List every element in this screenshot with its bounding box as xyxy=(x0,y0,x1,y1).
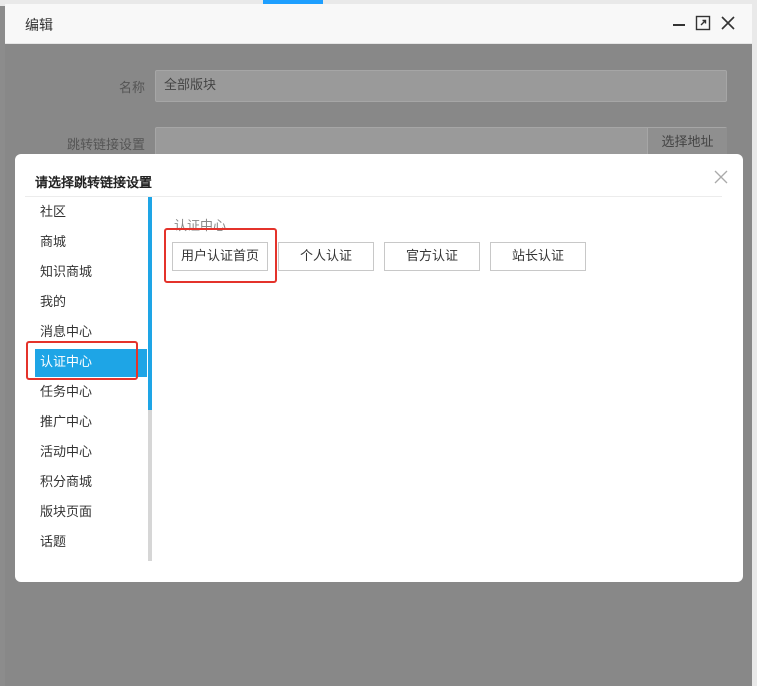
name-input[interactable]: 全部版块 xyxy=(155,70,727,102)
sidebar-item-community[interactable]: 社区 xyxy=(35,199,147,227)
jump-link-label: 跳转链接设置 xyxy=(66,138,145,153)
name-label: 名称 xyxy=(118,81,145,96)
close-icon xyxy=(714,170,728,184)
minimize-button[interactable] xyxy=(670,14,688,32)
sidebar-scrollbar[interactable] xyxy=(148,197,152,561)
link-dialog-title: 请选择跳转链接设置 xyxy=(35,176,153,191)
option-personal-certification[interactable]: 个人认证 xyxy=(278,242,374,271)
option-webmaster-certification[interactable]: 站长认证 xyxy=(490,242,586,271)
sidebar-item-mall[interactable]: 商城 xyxy=(35,229,147,257)
close-icon xyxy=(721,16,735,30)
sidebar-scrollbar-thumb[interactable] xyxy=(148,197,152,410)
maximize-button[interactable] xyxy=(694,14,712,32)
category-sidebar: 社区 商城 知识商城 我的 消息中心 认证中心 任务中心 推广中心 活动中心 积… xyxy=(25,199,151,561)
background-page-edge xyxy=(752,0,757,686)
edit-dialog-title: 编辑 xyxy=(25,18,53,34)
highlight-box-sidebar xyxy=(26,341,138,380)
link-dialog-close-button[interactable] xyxy=(712,168,730,186)
sidebar-item-topics[interactable]: 话题 xyxy=(35,529,147,557)
highlight-box-option xyxy=(164,228,277,283)
sidebar-item-points-mall[interactable]: 积分商城 xyxy=(35,469,147,497)
minimize-icon xyxy=(673,24,685,26)
sidebar-item-forum-pages[interactable]: 版块页面 xyxy=(35,499,147,527)
divider xyxy=(25,196,722,197)
sidebar-item-promotion-center[interactable]: 推广中心 xyxy=(35,409,147,437)
maximize-icon xyxy=(695,15,711,31)
sidebar-item-knowledge-mall[interactable]: 知识商城 xyxy=(35,259,147,287)
sidebar-item-mine[interactable]: 我的 xyxy=(35,289,147,317)
edit-dialog-header: 编辑 xyxy=(5,4,752,44)
sidebar-item-task-center[interactable]: 任务中心 xyxy=(35,379,147,407)
close-button[interactable] xyxy=(719,14,737,32)
option-official-certification[interactable]: 官方认证 xyxy=(384,242,480,271)
sidebar-item-activity-center[interactable]: 活动中心 xyxy=(35,439,147,467)
